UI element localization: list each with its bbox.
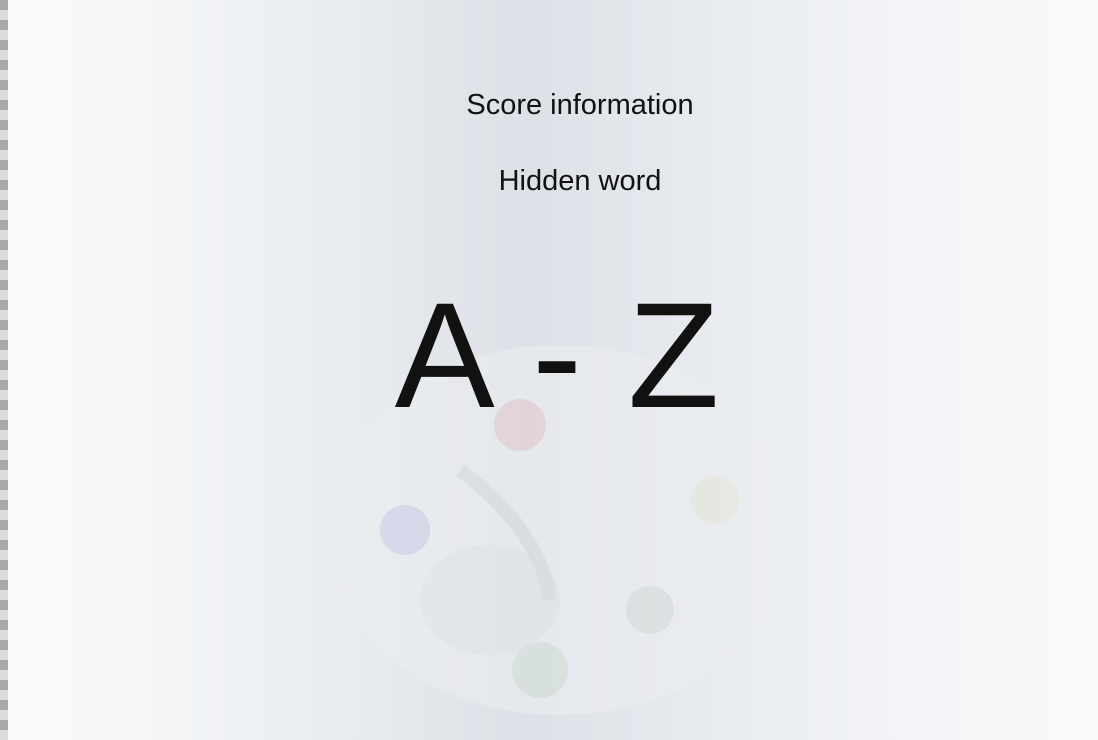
letter-range: A - Z [394,271,722,439]
hidden-word-label: Hidden word [498,165,662,197]
score-information-label: Score information [466,89,694,121]
